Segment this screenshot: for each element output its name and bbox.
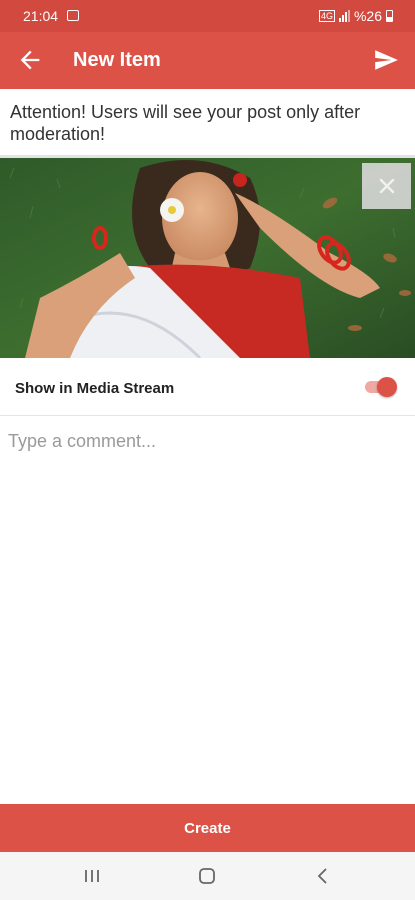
moderation-notice: Attention! Users will see your post only… (0, 89, 415, 155)
photo-image (0, 158, 415, 358)
create-button[interactable]: Create (0, 804, 415, 852)
page-title: New Item (73, 49, 161, 71)
arrow-left-icon[interactable] (16, 46, 44, 74)
app-bar: New Item (0, 32, 415, 89)
status-indicators: 4G %26 (318, 8, 393, 24)
recent-apps-icon[interactable] (80, 864, 104, 888)
system-nav-bar (0, 852, 415, 900)
media-stream-label: Show in Media Stream (15, 380, 175, 397)
network-icon: 4G (318, 10, 335, 22)
battery-text: %26 (353, 8, 382, 24)
send-icon[interactable] (373, 47, 399, 73)
status-time: 21:04 (23, 8, 59, 24)
status-bar: 21:04 4G %26 (0, 0, 415, 32)
toggle-thumb (377, 377, 397, 397)
home-icon[interactable] (195, 864, 219, 888)
media-stream-toggle[interactable] (363, 376, 399, 398)
gallery-notification-icon (67, 10, 79, 21)
media-stream-row: Show in Media Stream (0, 358, 415, 416)
back-icon[interactable] (311, 864, 335, 888)
remove-photo-button[interactable] (362, 163, 411, 209)
close-icon (379, 178, 394, 194)
comment-input[interactable] (8, 428, 408, 454)
signal-icon (338, 10, 350, 22)
attached-photo (0, 158, 415, 358)
battery-icon (386, 10, 393, 22)
